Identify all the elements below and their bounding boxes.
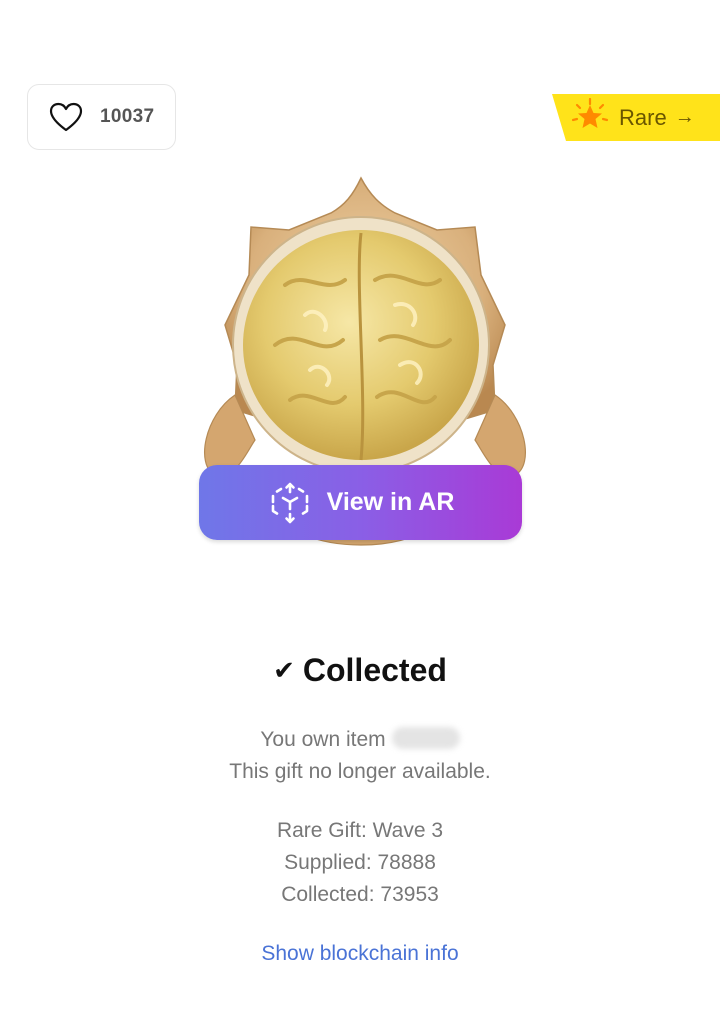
- gift-stats: Rare Gift: Wave 3 Supplied: 78888 Collec…: [0, 815, 720, 911]
- wave-text: Rare Gift: Wave 3: [276, 819, 444, 842]
- rarity-badge[interactable]: Rare →: [552, 94, 720, 141]
- show-blockchain-info-link[interactable]: Show blockchain info: [0, 942, 720, 966]
- availability-text: This gift no longer available.: [229, 760, 491, 783]
- item-number-redacted: [391, 727, 460, 749]
- own-item-text: You own item: [260, 728, 386, 751]
- ar-cube-icon: [271, 482, 308, 523]
- view-in-ar-label: View in AR: [326, 488, 455, 516]
- view-in-ar-button[interactable]: View in AR: [199, 465, 522, 540]
- own-item-line: You own item: [0, 724, 720, 756]
- star-burst-icon: [571, 97, 609, 128]
- collected-text: Collected: 73953: [281, 883, 439, 906]
- ownership-info: You own item This gift no longer availab…: [0, 724, 720, 788]
- heart-outline-icon: [49, 102, 83, 132]
- like-count: 10037: [100, 106, 155, 127]
- arrow-right-icon: →: [674, 106, 695, 128]
- supplied-text: Supplied: 78888: [284, 851, 436, 874]
- checkmark-icon: ✔: [273, 655, 295, 685]
- like-button[interactable]: 10037: [27, 84, 176, 150]
- rarity-label: Rare: [619, 104, 667, 130]
- collection-status: ✔ Collected: [0, 652, 720, 689]
- status-label: Collected: [302, 652, 447, 688]
